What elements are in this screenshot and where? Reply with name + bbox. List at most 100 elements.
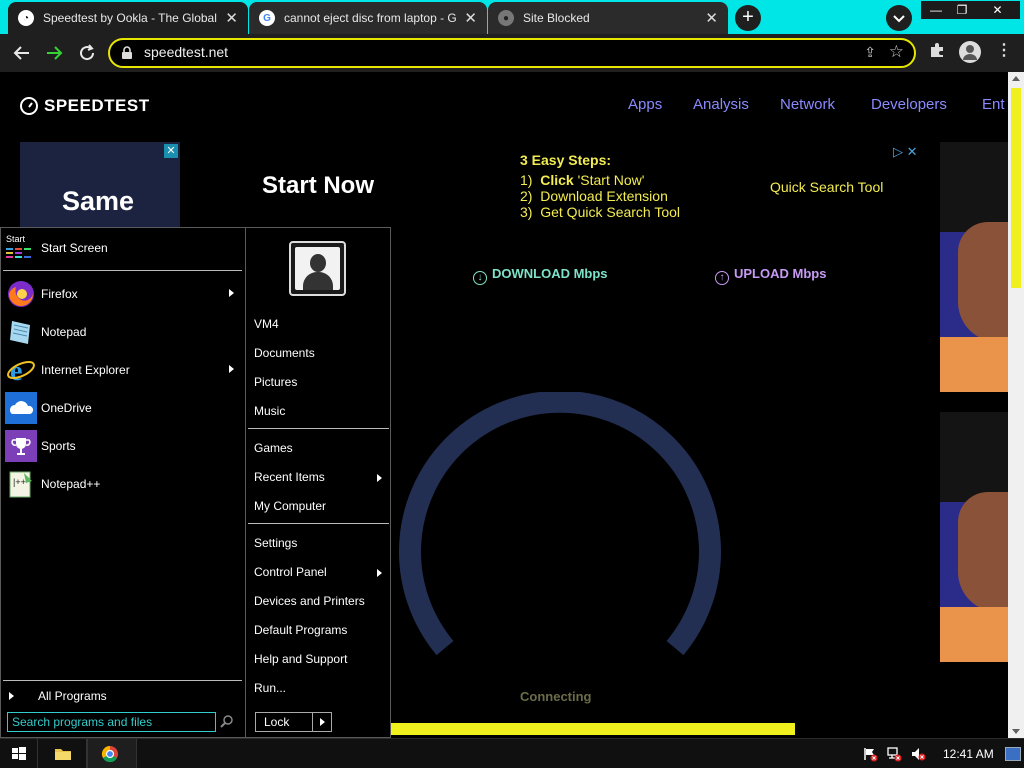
step-1: 1) Click 'Start Now' bbox=[520, 172, 680, 188]
program-notepad[interactable]: Notepad bbox=[1, 313, 244, 351]
scroll-down-icon[interactable] bbox=[1012, 729, 1020, 734]
place-games[interactable]: Games bbox=[254, 441, 384, 455]
tab-title: Site Blocked bbox=[523, 11, 590, 25]
new-tab-button[interactable]: + bbox=[735, 5, 761, 31]
left-ad-banner[interactable]: Same ✕ bbox=[20, 142, 180, 232]
power-options-arrow-icon[interactable] bbox=[320, 718, 325, 726]
right-ad-image-top[interactable] bbox=[940, 142, 1008, 392]
submenu-arrow-icon bbox=[229, 365, 234, 373]
network-error-icon[interactable] bbox=[886, 746, 902, 762]
place-run[interactable]: Run... bbox=[254, 681, 384, 695]
tab-search-button[interactable] bbox=[886, 5, 912, 31]
page-scrollbar[interactable] bbox=[1008, 72, 1024, 738]
program-label: Sports bbox=[41, 439, 76, 453]
place-help-support[interactable]: Help and Support bbox=[254, 652, 384, 666]
ad-photo-hair bbox=[940, 142, 1008, 232]
step-2: 2) Download Extension bbox=[520, 188, 668, 204]
right-ad-image-bottom[interactable] bbox=[940, 412, 1008, 662]
tab-speedtest[interactable]: ◔ Speedtest by Ookla - The Global ✕ bbox=[8, 2, 248, 34]
place-settings[interactable]: Settings bbox=[254, 536, 384, 550]
start-screen-item[interactable]: Start Start Screen bbox=[5, 234, 108, 262]
place-pictures[interactable]: Pictures bbox=[254, 375, 384, 389]
taskbar-clock[interactable]: 12:41 AM bbox=[943, 747, 994, 761]
program-onedrive[interactable]: OneDrive bbox=[1, 389, 244, 427]
taskbar-chrome[interactable] bbox=[87, 739, 137, 768]
profile-avatar-icon[interactable] bbox=[959, 41, 981, 63]
expand-arrow-icon bbox=[9, 692, 14, 700]
place-music[interactable]: Music bbox=[254, 404, 384, 418]
steps-ad[interactable]: 3 Easy Steps: 1) Click 'Start Now' 2) Do… bbox=[520, 152, 680, 220]
nav-analysis[interactable]: Analysis bbox=[693, 96, 749, 113]
folder-icon bbox=[55, 749, 71, 760]
gauge-arc bbox=[399, 392, 721, 656]
tab-google-search[interactable]: G cannot eject disc from laptop - G ✕ bbox=[249, 2, 487, 34]
step-1-number: 1) bbox=[520, 172, 533, 188]
lock-label: Lock bbox=[264, 715, 290, 729]
place-recent-items[interactable]: Recent Items bbox=[254, 470, 384, 484]
lock-button[interactable]: Lock bbox=[255, 712, 332, 732]
quick-search-ad-link[interactable]: Quick Search Tool bbox=[770, 179, 883, 195]
extensions-puzzle-icon[interactable] bbox=[928, 41, 946, 63]
close-window-button[interactable]: ✕ bbox=[975, 1, 1020, 19]
search-icon[interactable] bbox=[220, 714, 234, 728]
start-screen-tiles-icon: Start bbox=[5, 234, 35, 262]
flag-error-icon[interactable] bbox=[862, 746, 878, 762]
submenu-arrow-icon bbox=[229, 289, 234, 297]
lock-icon bbox=[122, 46, 132, 59]
bookmark-star-icon[interactable]: ☆ bbox=[889, 42, 904, 62]
ad-close-icon[interactable]: ✕ bbox=[164, 144, 178, 158]
volume-muted-icon[interactable] bbox=[910, 746, 926, 762]
program-firefox[interactable]: Firefox bbox=[1, 275, 244, 313]
place-user-folder[interactable]: VM4 bbox=[254, 317, 384, 331]
svg-text:|++: |++ bbox=[13, 477, 26, 487]
tab-site-blocked[interactable]: ● Site Blocked ✕ bbox=[488, 2, 728, 34]
recent-items-label: Recent Items bbox=[254, 470, 325, 484]
user-avatar-icon[interactable] bbox=[289, 241, 346, 296]
step-1-bold: Click bbox=[540, 172, 574, 188]
reload-icon bbox=[80, 44, 95, 61]
firefox-icon bbox=[5, 278, 37, 310]
program-notepad-plus-plus[interactable]: |++ Notepad++ bbox=[1, 465, 244, 503]
all-programs-item[interactable]: All Programs bbox=[9, 689, 107, 703]
nav-apps[interactable]: Apps bbox=[628, 96, 662, 113]
reload-button[interactable] bbox=[75, 41, 99, 65]
close-tab-icon[interactable]: ✕ bbox=[705, 9, 718, 27]
nav-network[interactable]: Network bbox=[780, 96, 835, 113]
place-default-programs[interactable]: Default Programs bbox=[254, 623, 384, 637]
place-control-panel[interactable]: Control Panel bbox=[254, 565, 384, 579]
place-documents[interactable]: Documents bbox=[254, 346, 384, 360]
start-now-ad-link[interactable]: Start Now bbox=[262, 172, 374, 200]
scroll-up-icon[interactable] bbox=[1012, 76, 1020, 81]
program-sports[interactable]: Sports bbox=[1, 427, 244, 465]
scrollbar-thumb[interactable] bbox=[1011, 88, 1021, 288]
adchoices-icon[interactable]: ▷ ✕ bbox=[893, 144, 918, 160]
back-button[interactable] bbox=[10, 41, 34, 65]
submenu-arrow-icon bbox=[377, 569, 382, 577]
address-bar[interactable]: speedtest.net ⇪ ☆ bbox=[108, 38, 916, 68]
taskbar-file-explorer[interactable] bbox=[37, 739, 87, 768]
program-internet-explorer[interactable]: e Internet Explorer bbox=[1, 351, 244, 389]
speedometer-icon bbox=[20, 97, 38, 115]
place-devices-printers[interactable]: Devices and Printers bbox=[254, 594, 384, 608]
start-button[interactable] bbox=[0, 739, 37, 768]
share-icon[interactable]: ⇪ bbox=[864, 44, 876, 61]
browser-menu-icon[interactable]: ⋮ bbox=[996, 40, 1012, 60]
nav-developers[interactable]: Developers bbox=[871, 96, 947, 113]
show-desktop-button[interactable] bbox=[1005, 747, 1021, 761]
divider bbox=[248, 428, 389, 429]
divider bbox=[3, 680, 242, 681]
start-search-input[interactable]: Search programs and files bbox=[7, 712, 216, 732]
close-tab-icon[interactable]: ✕ bbox=[464, 9, 477, 27]
close-tab-icon[interactable]: ✕ bbox=[225, 9, 238, 27]
place-my-computer[interactable]: My Computer bbox=[254, 499, 384, 513]
taskbar: 12:41 AM bbox=[0, 738, 1024, 768]
start-menu: Start Start Screen Firefox Notepad e Int… bbox=[0, 227, 391, 738]
divider bbox=[3, 270, 242, 271]
speedtest-logo[interactable]: SPEEDTEST bbox=[20, 96, 150, 116]
forward-button[interactable] bbox=[42, 41, 66, 65]
nav-enterprise[interactable]: Ent bbox=[982, 96, 1005, 113]
program-label: Internet Explorer bbox=[41, 363, 130, 377]
upload-speed-label: ↑ UPLOAD Mbps bbox=[715, 266, 826, 285]
restore-window-button[interactable]: ❐ bbox=[947, 1, 977, 19]
upload-label-text: UPLOAD Mbps bbox=[734, 266, 827, 281]
